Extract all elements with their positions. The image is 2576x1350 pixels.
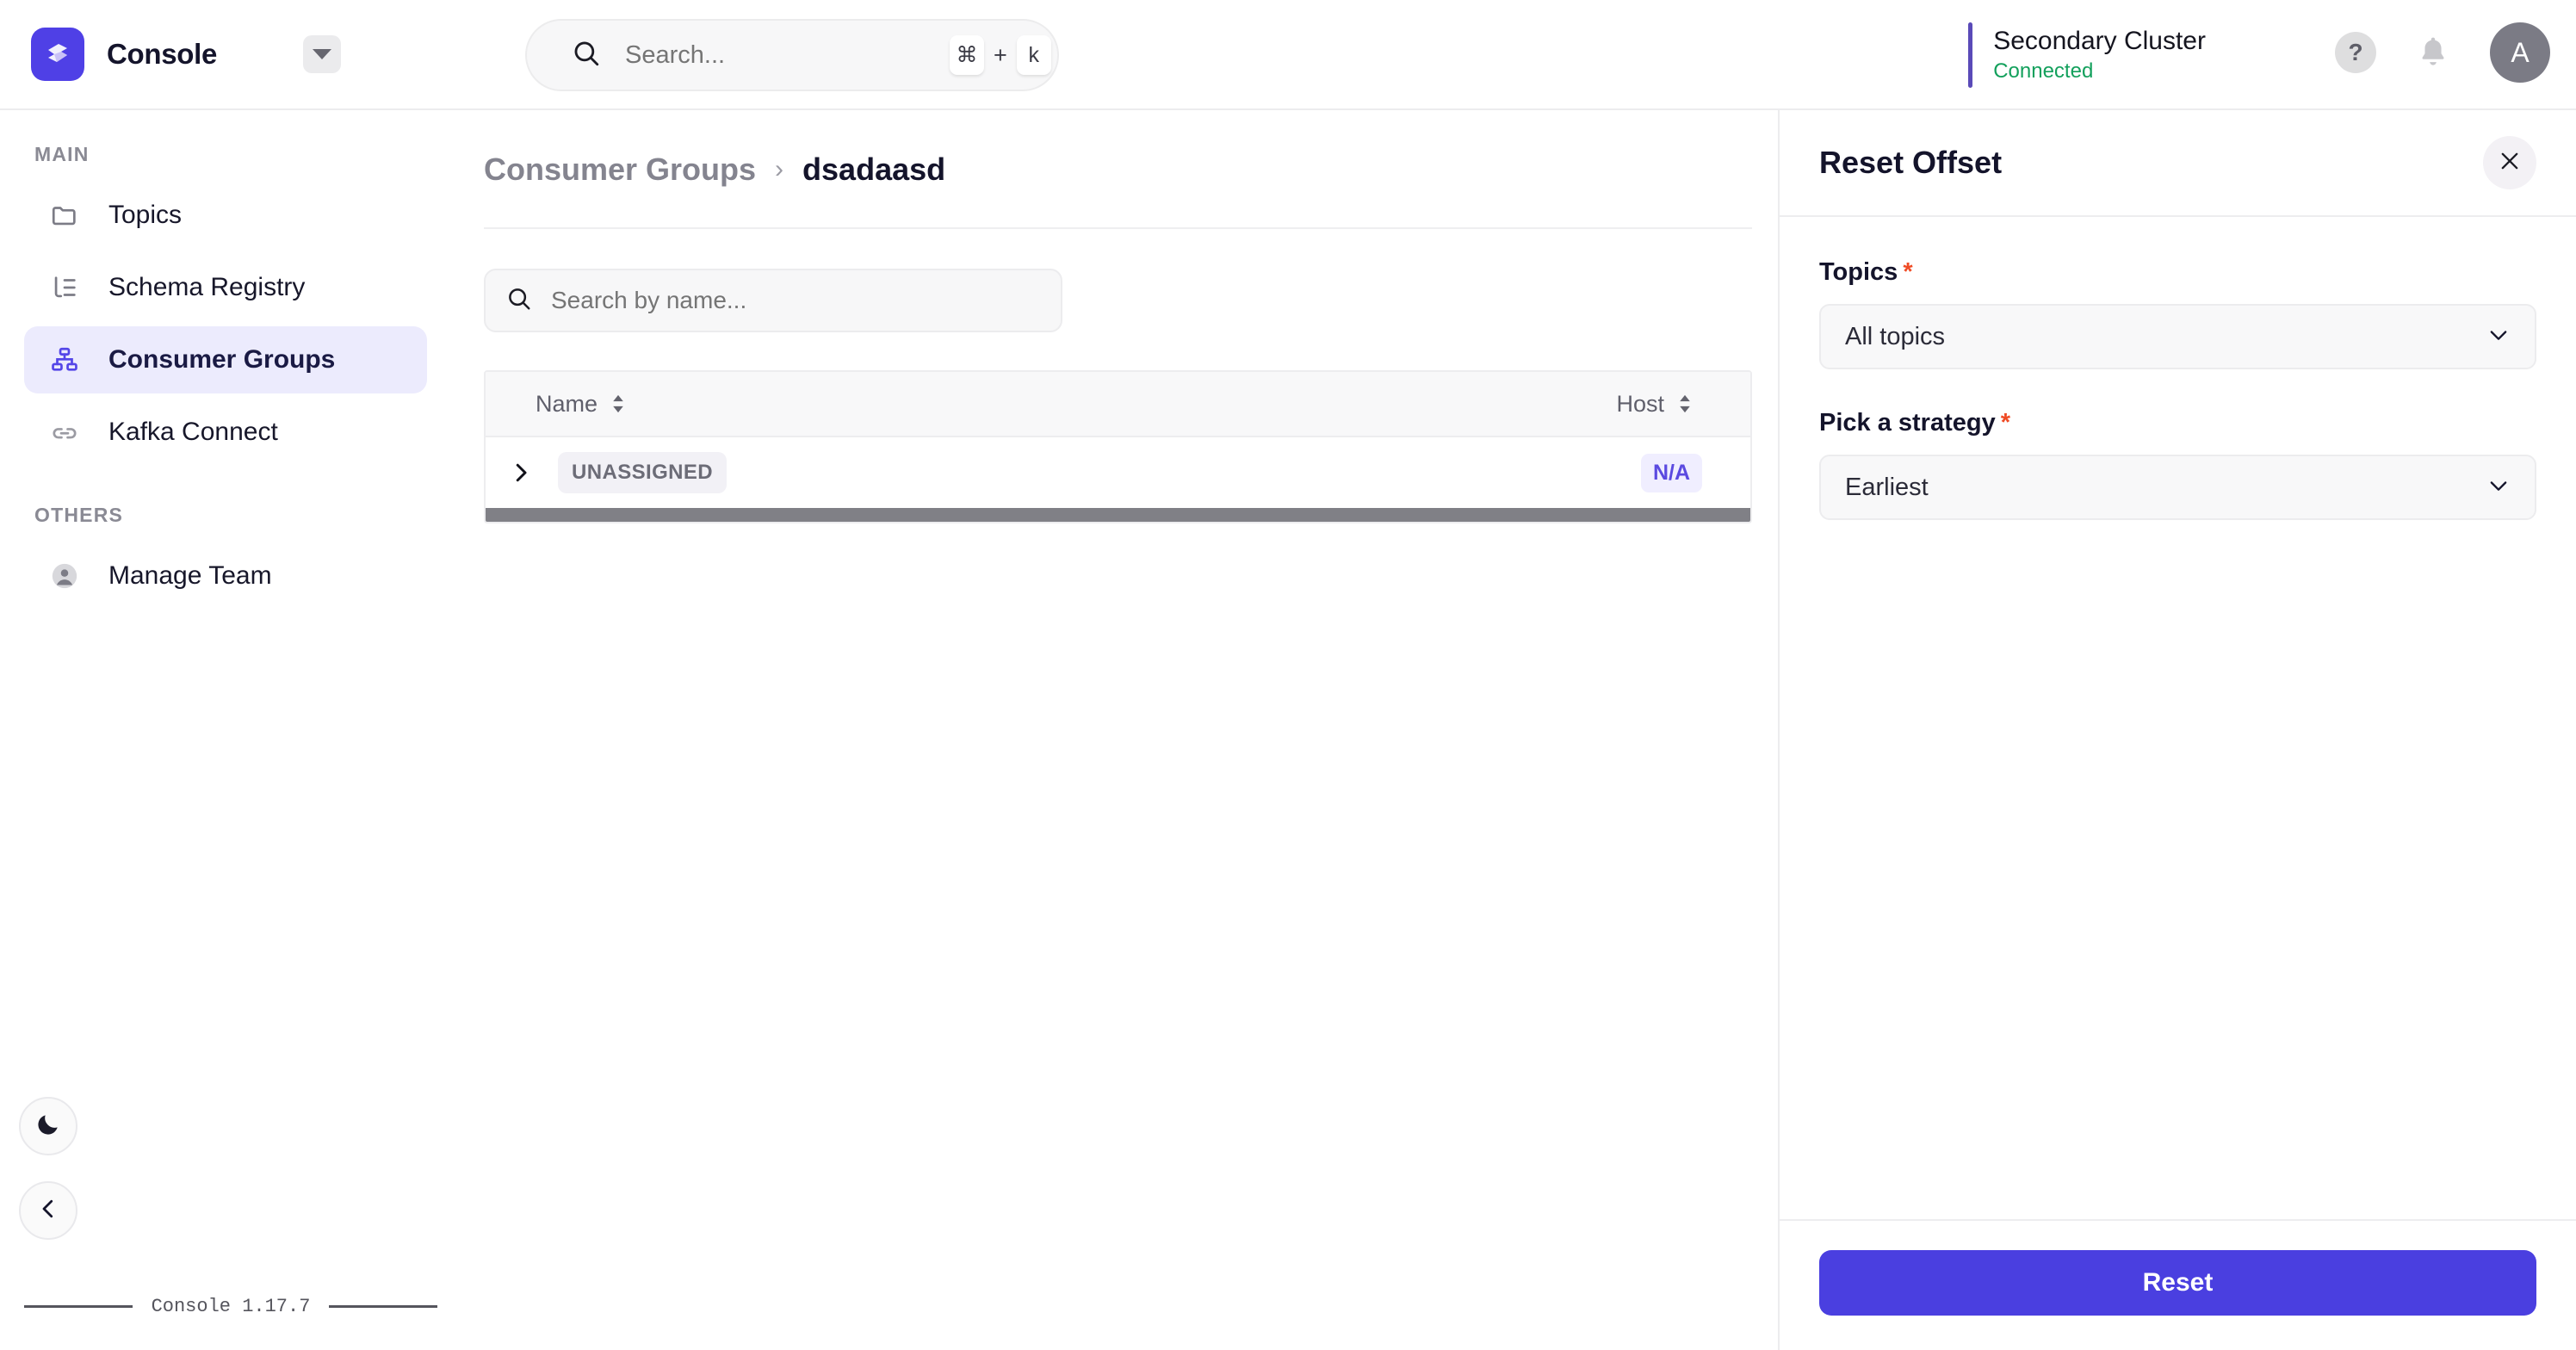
column-label: Host bbox=[1616, 390, 1664, 417]
sort-arrows-icon bbox=[1676, 393, 1694, 415]
sidebar-item-label: Kafka Connect bbox=[108, 418, 278, 446]
schema-tree-icon bbox=[50, 273, 84, 302]
shortcut-k-key: k bbox=[1016, 35, 1051, 75]
chevron-down-icon bbox=[2486, 323, 2511, 351]
consumer-members-table: Name Host UNASSIGNED N/A bbox=[484, 370, 1752, 523]
sidebar-bottom-buttons bbox=[19, 1097, 77, 1240]
folder-icon bbox=[50, 201, 84, 230]
sidebar-item-consumer-groups[interactable]: Consumer Groups bbox=[24, 326, 427, 393]
search-icon bbox=[506, 286, 532, 316]
column-label: Name bbox=[536, 390, 598, 417]
version-label: Console 1.17.7 bbox=[151, 1296, 311, 1317]
selected-value: All topics bbox=[1845, 322, 1946, 350]
table-search-input[interactable] bbox=[551, 287, 1040, 314]
sidebar-item-schema-registry[interactable]: Schema Registry bbox=[24, 254, 427, 321]
sidebar-item-label: Consumer Groups bbox=[108, 345, 336, 374]
sidebar-item-manage-team[interactable]: Manage Team bbox=[24, 542, 427, 610]
panel-header: Reset Offset bbox=[1780, 110, 2576, 217]
close-icon bbox=[2498, 149, 2522, 177]
user-circle-icon bbox=[50, 561, 84, 591]
moon-icon bbox=[34, 1111, 62, 1143]
close-panel-button[interactable] bbox=[2483, 136, 2536, 189]
status-badge: UNASSIGNED bbox=[558, 452, 728, 493]
collapse-sidebar-button[interactable] bbox=[19, 1181, 77, 1240]
cluster-accent-bar bbox=[1968, 22, 1973, 88]
label-text: Topics bbox=[1819, 258, 1898, 286]
chevron-left-icon bbox=[35, 1196, 61, 1226]
link-chain-icon bbox=[50, 418, 84, 447]
column-header-host[interactable]: Host bbox=[1616, 391, 1694, 418]
sidebar: MAIN Topics Schema Registry Consumer Gro… bbox=[0, 110, 458, 1350]
horizontal-scrollbar-track[interactable] bbox=[486, 508, 1750, 522]
panel-title: Reset Offset bbox=[1819, 145, 2003, 180]
chevron-right-icon[interactable] bbox=[508, 460, 534, 486]
sidebar-item-label: Topics bbox=[108, 201, 183, 229]
breadcrumb-divider bbox=[484, 227, 1752, 229]
sidebar-section-others: OTHERS bbox=[34, 504, 124, 526]
panel-footer: Reset bbox=[1780, 1219, 2576, 1350]
shortcut-cmd-key: ⌘ bbox=[950, 35, 984, 75]
header-actions: ? A bbox=[2335, 22, 2550, 83]
sort-arrows-icon bbox=[610, 393, 627, 415]
reset-button[interactable]: Reset bbox=[1819, 1250, 2536, 1316]
reset-offset-panel: Reset Offset Topics * All topics Pick a … bbox=[1778, 110, 2576, 1350]
consumer-groups-icon bbox=[50, 345, 84, 375]
search-icon bbox=[572, 39, 601, 72]
sidebar-section-main: MAIN bbox=[34, 143, 90, 165]
horizontal-scrollbar-thumb[interactable] bbox=[486, 508, 1750, 522]
sidebar-item-kafka-connect[interactable]: Kafka Connect bbox=[24, 399, 427, 466]
cluster-dropdown-button[interactable] bbox=[303, 35, 342, 73]
sidebar-item-label: Schema Registry bbox=[108, 273, 306, 301]
version-footer: Console 1.17.7 bbox=[24, 1296, 437, 1317]
required-mark: * bbox=[1903, 258, 1913, 286]
cluster-indicator[interactable]: Secondary Cluster Connected bbox=[1968, 21, 2206, 90]
strategy-select[interactable]: Earliest bbox=[1819, 455, 2536, 520]
topics-field-label: Topics * bbox=[1819, 258, 2536, 287]
breadcrumb: Consumer Groups › dsadaasd bbox=[458, 110, 1778, 188]
search-input[interactable] bbox=[625, 40, 950, 70]
breadcrumb-separator: › bbox=[775, 155, 784, 183]
sidebar-item-topics[interactable]: Topics bbox=[24, 182, 427, 249]
host-badge: N/A bbox=[1640, 453, 1702, 492]
table-row[interactable]: UNASSIGNED N/A bbox=[486, 437, 1750, 508]
divider-right bbox=[329, 1305, 437, 1308]
bell-icon[interactable] bbox=[2414, 34, 2452, 71]
global-search[interactable]: ⌘ + k bbox=[525, 19, 1059, 91]
console-logo-icon bbox=[31, 28, 84, 81]
topics-select[interactable]: All topics bbox=[1819, 304, 2536, 369]
cluster-name: Secondary Cluster bbox=[1993, 26, 2206, 55]
brand[interactable]: Console bbox=[0, 28, 217, 81]
shortcut-plus: + bbox=[994, 41, 1007, 68]
avatar[interactable]: A bbox=[2490, 22, 2550, 83]
label-text: Pick a strategy bbox=[1819, 409, 1996, 437]
divider-left bbox=[24, 1305, 133, 1308]
table-search[interactable] bbox=[484, 269, 1062, 332]
required-mark: * bbox=[2000, 409, 2011, 437]
cluster-status: Connected bbox=[1993, 59, 2094, 84]
table-header-row: Name Host bbox=[486, 372, 1750, 437]
main-content: Consumer Groups › dsadaasd Name bbox=[458, 110, 1778, 1350]
question-mark-icon[interactable]: ? bbox=[2335, 32, 2376, 73]
theme-toggle-button[interactable] bbox=[19, 1097, 77, 1155]
column-header-name[interactable]: Name bbox=[536, 391, 627, 418]
strategy-field-label: Pick a strategy * bbox=[1819, 409, 2536, 437]
breadcrumb-parent[interactable]: Consumer Groups bbox=[484, 152, 756, 188]
app-root: Console ⌘ + k Secondary Cluster Connecte… bbox=[0, 0, 2576, 1350]
brand-name: Console bbox=[107, 38, 218, 70]
chevron-down-icon bbox=[2486, 474, 2511, 502]
panel-body: Topics * All topics Pick a strategy * Earl… bbox=[1780, 217, 2576, 1219]
top-header: Console ⌘ + k Secondary Cluster Connecte… bbox=[0, 0, 2576, 110]
breadcrumb-current: dsadaasd bbox=[802, 152, 946, 187]
sidebar-item-label: Manage Team bbox=[108, 561, 272, 590]
selected-value: Earliest bbox=[1845, 473, 1929, 501]
chevron-down-icon bbox=[313, 49, 332, 59]
